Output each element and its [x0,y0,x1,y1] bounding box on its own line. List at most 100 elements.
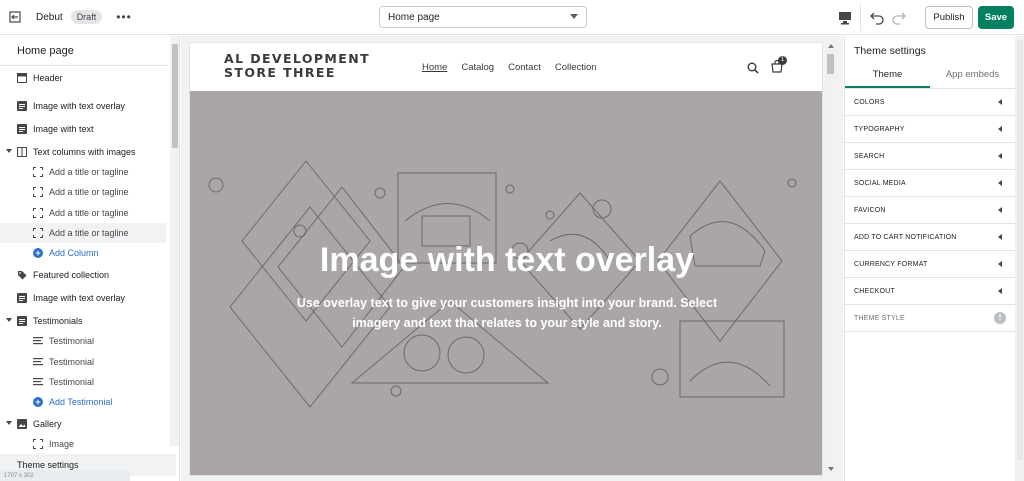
chevron-down-icon [570,14,578,19]
panel-scrollbar[interactable] [1015,36,1024,481]
setting-add-to-cart-notification[interactable]: ADD TO CART NOTIFICATION [845,224,1015,251]
block-icon [33,439,43,449]
setting-label: COLORS [854,99,885,106]
setting-favicon[interactable]: FAVICON [845,197,1015,224]
store-header[interactable]: AL DEVELOPMENT STORE THREE Home Catalog … [190,43,822,91]
setting-label: FAVICON [854,207,886,214]
block-item[interactable]: Image [0,434,166,454]
chevron-left-icon [998,261,1002,267]
exit-button[interactable] [0,0,30,35]
section-header[interactable]: Header [0,68,166,88]
more-actions-button[interactable]: ••• [116,10,132,24]
info-icon[interactable]: ! [994,312,1006,324]
setting-currency-format[interactable]: CURRENCY FORMAT [845,251,1015,278]
tab-app-embeds[interactable]: App embeds [930,61,1015,88]
expand-icon[interactable] [6,318,12,322]
page-selector-value: Home page [388,11,440,23]
desktop-view-icon[interactable] [838,10,852,25]
setting-social-media[interactable]: SOCIAL MEDIA [845,170,1015,197]
setting-checkout[interactable]: CHECKOUT [845,278,1015,305]
redo-icon[interactable] [892,9,906,25]
section-gallery[interactable]: Gallery [0,414,166,434]
expand-icon[interactable] [6,149,12,153]
taskbar: 1707 x 302 [0,470,130,481]
block-item[interactable]: Add a title or tagline [0,182,166,202]
section-label: Image with text overlay [33,101,126,111]
setting-search[interactable]: SEARCH [845,143,1015,170]
hero-illustration [208,160,797,408]
setting-typography[interactable]: TYPOGRAPHY [845,116,1015,143]
section-label: Featured collection [33,270,110,280]
block-label: Testimonial [49,357,95,367]
preview-area: AL DEVELOPMENT STORE THREE Home Catalog … [181,36,843,481]
store-logo[interactable]: AL DEVELOPMENT STORE THREE [224,52,370,80]
text-icon [33,378,43,386]
add-column-button[interactable]: + Add Column [0,243,166,263]
block-item[interactable]: Add a title or tagline [0,223,166,243]
setting-label: TYPOGRAPHY [854,126,905,133]
chevron-left-icon [998,153,1002,159]
expand-icon[interactable] [6,421,12,425]
block-item[interactable]: Testimonial [0,372,166,392]
add-icon: + [33,397,43,407]
preview-scrollbar[interactable] [826,42,835,476]
setting-colors[interactable]: COLORS [845,89,1015,116]
section-label: Image with text [33,124,94,134]
add-testimonial-button[interactable]: + Add Testimonial [0,392,166,412]
sections-sidebar: Home page Header Image with text overlay… [0,36,180,481]
nav-link-collection[interactable]: Collection [555,62,597,73]
section-image-with-text-overlay-2[interactable]: Image with text overlay [0,288,166,308]
exit-icon [9,11,21,23]
section-image-with-text[interactable]: Image with text [0,119,166,139]
theme-settings-panel: Theme settings Theme App embeds COLORS T… [844,36,1024,481]
block-item[interactable]: Add a title or tagline [0,203,166,223]
sidebar-scrollbar[interactable] [170,36,179,446]
add-icon: + [33,248,43,258]
block-item[interactable]: Testimonial [0,331,166,351]
setting-label: CURRENCY FORMAT [854,261,928,268]
block-item[interactable]: Testimonial [0,352,166,372]
add-label: Add Testimonial [49,397,113,407]
section-label: Header [33,73,63,83]
page-selector[interactable]: Home page [379,6,587,28]
panel-title: Theme settings [854,45,926,57]
scrollbar-thumb[interactable] [172,44,178,148]
nav-link-contact[interactable]: Contact [508,62,541,73]
nav-link-home[interactable]: Home [422,62,447,73]
section-text-columns-with-images[interactable]: Text columns with images [0,142,166,162]
publish-button[interactable]: Publish [925,6,973,29]
scrollbar-thumb[interactable] [1017,40,1023,460]
block-item[interactable]: Add a title or tagline [0,162,166,182]
section-featured-collection[interactable]: Featured collection [0,265,166,285]
settings-tabs: Theme App embeds [845,61,1015,89]
setting-label: ADD TO CART NOTIFICATION [854,234,957,241]
block-icon [33,167,43,177]
chevron-left-icon [998,180,1002,186]
header-icon [17,73,27,83]
text-icon [33,337,43,345]
section-label: Gallery [33,419,62,429]
tab-theme[interactable]: Theme [845,61,930,88]
section-testimonials[interactable]: Testimonials [0,311,166,331]
undo-icon[interactable] [870,9,884,25]
block-label: Add a title or tagline [49,208,129,218]
scrollbar-thumb[interactable] [827,54,834,74]
chevron-left-icon [998,99,1002,105]
section-label: Testimonials [33,316,83,326]
sidebar-title: Home page [17,45,74,57]
scroll-down-icon[interactable] [828,467,834,471]
hero-banner[interactable]: Image with text overlay Use overlay text… [190,91,822,475]
scroll-up-icon[interactable] [828,44,834,48]
store-nav: Home Catalog Contact Collection [422,62,597,73]
search-icon[interactable] [747,62,759,74]
hero-text: Use overlay text to give your customers … [296,296,718,330]
setting-theme-style[interactable]: THEME STYLE ! [845,305,1015,332]
section-image-with-text-overlay[interactable]: Image with text overlay [0,96,166,116]
block-icon [33,228,43,238]
save-button[interactable]: Save [978,6,1014,29]
chevron-left-icon [998,234,1002,240]
block-label: Add a title or tagline [49,167,129,177]
nav-link-catalog[interactable]: Catalog [461,62,494,73]
section-label: Text columns with images [33,147,136,157]
block-label: Image [49,439,75,449]
